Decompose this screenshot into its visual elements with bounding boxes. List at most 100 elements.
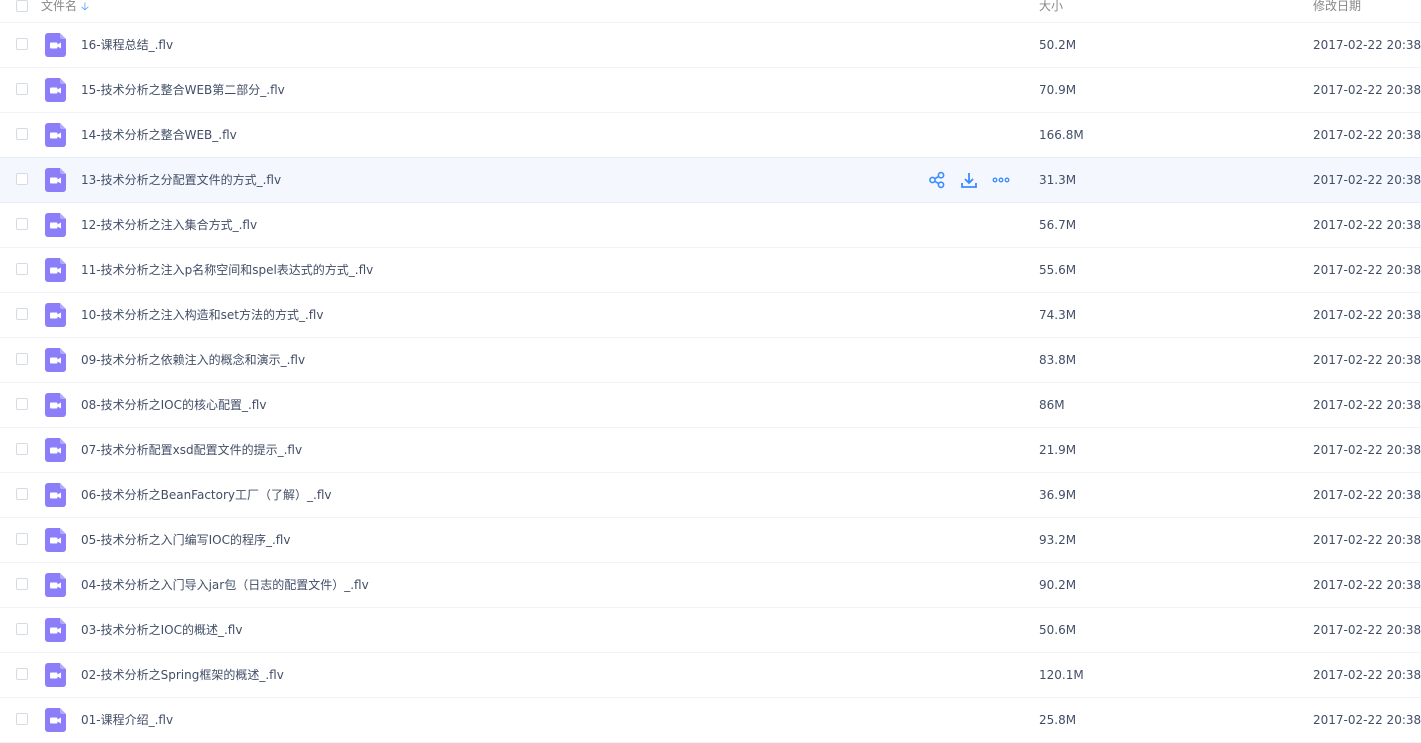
video-file-icon: [45, 33, 66, 57]
row-checkbox[interactable]: [16, 38, 28, 50]
row-checkbox[interactable]: [16, 398, 28, 410]
video-file-icon: [45, 573, 66, 597]
row-checkbox[interactable]: [16, 218, 28, 230]
select-all-checkbox[interactable]: [16, 0, 28, 12]
file-size: 83.8M: [1039, 353, 1077, 367]
file-row[interactable]: 05-技术分析之入门编写IOC的程序_.flv 93.2M 2017-02-22…: [0, 518, 1421, 563]
row-actions: [928, 171, 1024, 189]
file-name[interactable]: 16-课程总结_.flv: [81, 37, 173, 53]
row-checkbox[interactable]: [16, 173, 28, 185]
column-header-name[interactable]: 文件名 🡣: [41, 0, 89, 15]
sort-arrow-down-icon[interactable]: 🡣: [81, 0, 89, 15]
file-row[interactable]: 16-课程总结_.flv 50.2M 2017-02-22 20:38: [0, 23, 1421, 68]
row-checkbox[interactable]: [16, 578, 28, 590]
video-file-icon: [45, 78, 66, 102]
file-date: 2017-02-22 20:38: [1313, 713, 1421, 727]
file-date: 2017-02-22 20:38: [1313, 443, 1421, 457]
row-checkbox[interactable]: [16, 623, 28, 635]
file-name[interactable]: 01-课程介绍_.flv: [81, 712, 173, 728]
column-header-size[interactable]: 大小: [1039, 0, 1063, 14]
row-checkbox[interactable]: [16, 308, 28, 320]
file-name[interactable]: 07-技术分析配置xsd配置文件的提示_.flv: [81, 442, 302, 458]
file-row[interactable]: 11-技术分析之注入p名称空间和spel表达式的方式_.flv 55.6M 20…: [0, 248, 1421, 293]
file-size: 21.9M: [1039, 443, 1077, 457]
video-file-icon: [45, 528, 66, 552]
file-row[interactable]: 13-技术分析之分配置文件的方式_.flv 31.3M 2017-02-22 2…: [0, 157, 1421, 203]
file-name[interactable]: 15-技术分析之整合WEB第二部分_.flv: [81, 82, 285, 98]
file-name[interactable]: 06-技术分析之BeanFactory工厂（了解）_.flv: [81, 487, 331, 503]
file-date: 2017-02-22 20:38: [1313, 533, 1421, 547]
file-row[interactable]: 04-技术分析之入门导入jar包（日志的配置文件）_.flv 90.2M 201…: [0, 563, 1421, 608]
file-size: 74.3M: [1039, 308, 1077, 322]
file-size: 90.2M: [1039, 578, 1077, 592]
file-row[interactable]: 02-技术分析之Spring框架的概述_.flv 120.1M 2017-02-…: [0, 653, 1421, 698]
video-file-icon: [45, 483, 66, 507]
video-file-icon: [45, 258, 66, 282]
file-row[interactable]: 07-技术分析配置xsd配置文件的提示_.flv 21.9M 2017-02-2…: [0, 428, 1421, 473]
file-name[interactable]: 08-技术分析之IOC的核心配置_.flv: [81, 397, 266, 413]
video-file-icon: [45, 348, 66, 372]
file-row[interactable]: 01-课程介绍_.flv 25.8M 2017-02-22 20:38: [0, 698, 1421, 743]
row-checkbox[interactable]: [16, 83, 28, 95]
row-checkbox[interactable]: [16, 353, 28, 365]
download-icon[interactable]: [960, 171, 978, 189]
file-date: 2017-02-22 20:38: [1313, 173, 1421, 187]
column-header-name-label: 文件名: [41, 0, 78, 13]
file-date: 2017-02-22 20:38: [1313, 218, 1421, 232]
file-size: 86M: [1039, 398, 1065, 412]
file-date: 2017-02-22 20:38: [1313, 263, 1421, 277]
file-name[interactable]: 03-技术分析之IOC的概述_.flv: [81, 622, 242, 638]
file-date: 2017-02-22 20:38: [1313, 668, 1421, 682]
row-checkbox[interactable]: [16, 713, 28, 725]
file-size: 25.8M: [1039, 713, 1077, 727]
file-size: 36.9M: [1039, 488, 1077, 502]
video-file-icon: [45, 123, 66, 147]
file-date: 2017-02-22 20:38: [1313, 83, 1421, 97]
video-file-icon: [45, 303, 66, 327]
column-header-date[interactable]: 修改日期: [1313, 0, 1361, 14]
file-row[interactable]: 12-技术分析之注入集合方式_.flv 56.7M 2017-02-22 20:…: [0, 203, 1421, 248]
file-size: 93.2M: [1039, 533, 1077, 547]
file-date: 2017-02-22 20:38: [1313, 308, 1421, 322]
row-checkbox[interactable]: [16, 263, 28, 275]
video-file-icon: [45, 708, 66, 732]
file-row[interactable]: 10-技术分析之注入构造和set方法的方式_.flv 74.3M 2017-02…: [0, 293, 1421, 338]
share-icon[interactable]: [928, 171, 946, 189]
row-checkbox[interactable]: [16, 533, 28, 545]
file-row[interactable]: 03-技术分析之IOC的概述_.flv 50.6M 2017-02-22 20:…: [0, 608, 1421, 653]
file-name[interactable]: 11-技术分析之注入p名称空间和spel表达式的方式_.flv: [81, 262, 373, 278]
file-date: 2017-02-22 20:38: [1313, 398, 1421, 412]
file-name[interactable]: 09-技术分析之依赖注入的概念和演示_.flv: [81, 352, 305, 368]
file-date: 2017-02-22 20:38: [1313, 128, 1421, 142]
file-row[interactable]: 15-技术分析之整合WEB第二部分_.flv 70.9M 2017-02-22 …: [0, 68, 1421, 113]
file-name[interactable]: 13-技术分析之分配置文件的方式_.flv: [81, 172, 281, 188]
file-date: 2017-02-22 20:38: [1313, 353, 1421, 367]
file-name[interactable]: 05-技术分析之入门编写IOC的程序_.flv: [81, 532, 290, 548]
file-size: 50.6M: [1039, 623, 1077, 637]
file-size: 166.8M: [1039, 128, 1084, 142]
video-file-icon: [45, 663, 66, 687]
file-name[interactable]: 10-技术分析之注入构造和set方法的方式_.flv: [81, 307, 323, 323]
file-row[interactable]: 14-技术分析之整合WEB_.flv 166.8M 2017-02-22 20:…: [0, 113, 1421, 158]
file-row[interactable]: 06-技术分析之BeanFactory工厂（了解）_.flv 36.9M 201…: [0, 473, 1421, 518]
file-name[interactable]: 14-技术分析之整合WEB_.flv: [81, 127, 237, 143]
file-name[interactable]: 12-技术分析之注入集合方式_.flv: [81, 217, 257, 233]
more-icon[interactable]: [992, 171, 1010, 189]
file-date: 2017-02-22 20:38: [1313, 488, 1421, 502]
row-checkbox[interactable]: [16, 488, 28, 500]
video-file-icon: [45, 438, 66, 462]
row-checkbox[interactable]: [16, 668, 28, 680]
file-size: 56.7M: [1039, 218, 1077, 232]
file-row[interactable]: 09-技术分析之依赖注入的概念和演示_.flv 83.8M 2017-02-22…: [0, 338, 1421, 383]
row-checkbox[interactable]: [16, 128, 28, 140]
file-date: 2017-02-22 20:38: [1313, 578, 1421, 592]
file-size: 70.9M: [1039, 83, 1077, 97]
file-name[interactable]: 02-技术分析之Spring框架的概述_.flv: [81, 667, 284, 683]
video-file-icon: [45, 393, 66, 417]
row-checkbox[interactable]: [16, 443, 28, 455]
file-size: 31.3M: [1039, 173, 1077, 187]
file-name[interactable]: 04-技术分析之入门导入jar包（日志的配置文件）_.flv: [81, 577, 369, 593]
file-row[interactable]: 08-技术分析之IOC的核心配置_.flv 86M 2017-02-22 20:…: [0, 383, 1421, 428]
file-list-header: 文件名 🡣 大小 修改日期: [0, 0, 1421, 23]
file-rows: 16-课程总结_.flv 50.2M 2017-02-22 20:38 15-技…: [0, 23, 1421, 743]
